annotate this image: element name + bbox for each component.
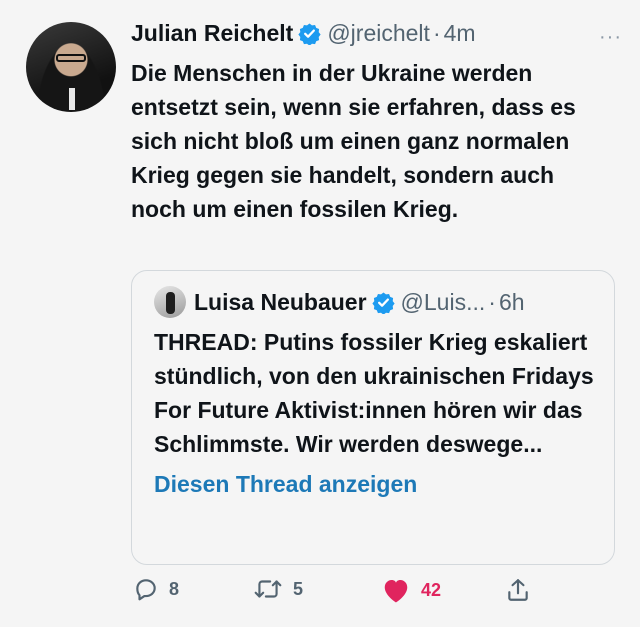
author-avatar[interactable] bbox=[26, 22, 116, 112]
retweet-icon bbox=[254, 580, 282, 598]
header-separator: · bbox=[432, 19, 441, 46]
tweet-actions: 8 5 42 bbox=[131, 576, 551, 610]
reply-count: 8 bbox=[169, 578, 180, 599]
tweet[interactable]: Julian Reichelt @jreichelt · 4m ··· Die … bbox=[0, 0, 640, 627]
verified-badge-icon bbox=[298, 22, 321, 45]
tweet-header: Julian Reichelt @jreichelt · 4m bbox=[131, 16, 620, 50]
quoted-tweet-header: Luisa Neubauer @Luis... · 6h bbox=[154, 285, 614, 319]
quoted-header-separator: · bbox=[488, 288, 496, 315]
avatar-glasses bbox=[56, 54, 86, 62]
share-icon bbox=[508, 579, 528, 601]
like-count: 42 bbox=[421, 579, 442, 600]
reply-button[interactable]: 8 bbox=[133, 576, 179, 602]
quoted-tweet-text: THREAD: Putins fossiler Krieg eskaliert … bbox=[154, 329, 594, 457]
tweet-content: Julian Reichelt @jreichelt · 4m ··· Die … bbox=[131, 16, 622, 226]
retweet-count: 5 bbox=[293, 578, 304, 599]
quoted-tweet[interactable]: Luisa Neubauer @Luis... · 6h THREAD: Put… bbox=[131, 270, 615, 565]
avatar-collar bbox=[69, 88, 75, 110]
tweet-text: Die Menschen in der Ukraine werden entse… bbox=[131, 60, 576, 222]
quoted-tweet-timestamp: 6h bbox=[498, 288, 525, 315]
heart-icon bbox=[384, 580, 408, 603]
tweet-timestamp[interactable]: 4m bbox=[444, 20, 476, 47]
verified-badge-icon bbox=[371, 291, 395, 314]
retweet-button[interactable]: 5 bbox=[253, 576, 303, 602]
more-icon[interactable]: ··· bbox=[599, 26, 622, 49]
author-name[interactable]: Julian Reichelt bbox=[131, 20, 293, 47]
quoted-author-name: Luisa Neubauer bbox=[194, 288, 367, 315]
reply-icon bbox=[136, 579, 156, 601]
like-button[interactable]: 42 bbox=[381, 576, 441, 604]
share-button[interactable] bbox=[505, 576, 541, 604]
quoted-author-avatar bbox=[154, 286, 186, 318]
show-thread-link[interactable]: Diesen Thread anzeigen bbox=[154, 471, 614, 498]
quoted-author-handle: @Luis... bbox=[400, 288, 486, 315]
author-handle[interactable]: @jreichelt bbox=[327, 20, 430, 47]
